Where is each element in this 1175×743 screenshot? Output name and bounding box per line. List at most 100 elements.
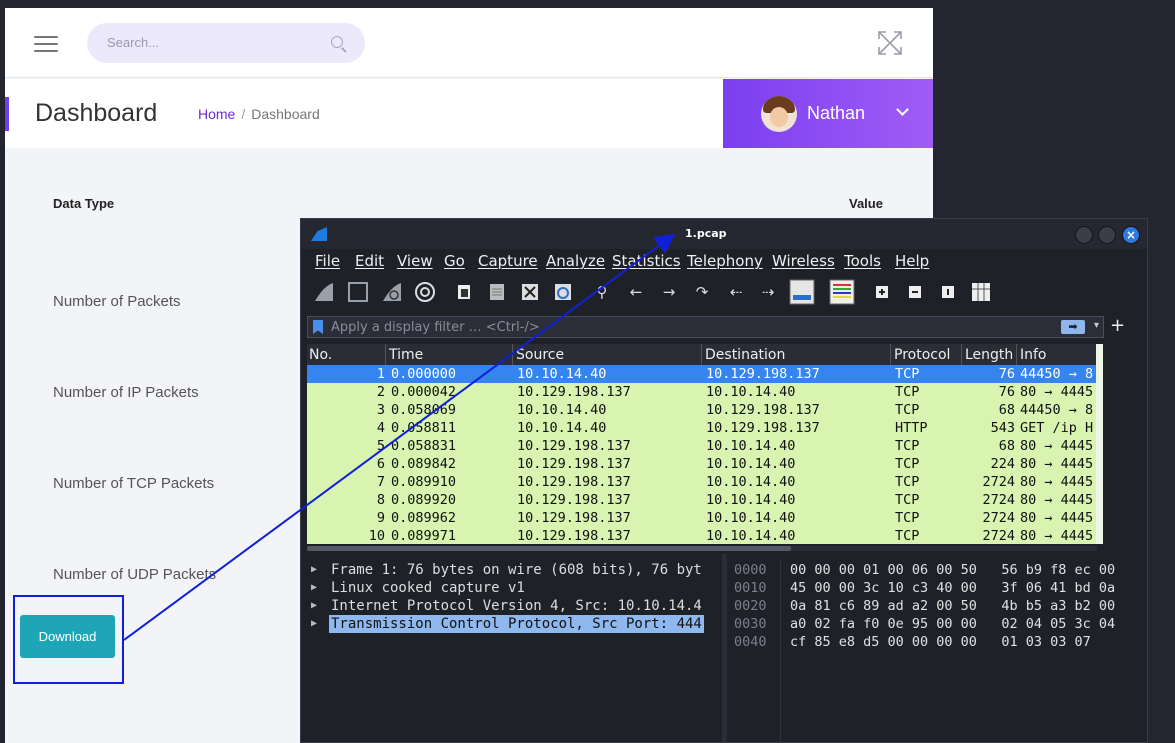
packet-cell-proto: TCP xyxy=(895,384,920,400)
col-time[interactable]: Time xyxy=(389,347,423,363)
autoscroll-icon[interactable] xyxy=(789,279,815,305)
col-length[interactable]: Length xyxy=(965,347,1013,363)
breadcrumb-home-link[interactable]: Home xyxy=(198,106,235,122)
restart-icon[interactable] xyxy=(381,281,403,303)
user-name: Nathan xyxy=(807,103,866,123)
packet-row[interactable]: 9 0.089962 10.129.198.137 10.10.14.40 TCP 272… xyxy=(307,509,1097,527)
fullscreen-icon[interactable] xyxy=(877,30,903,56)
shark-fin-start-icon[interactable] xyxy=(313,281,335,303)
options-gear-icon[interactable] xyxy=(414,281,436,303)
packet-row[interactable]: 2 0.000042 10.129.198.137 10.10.14.40 TCP 76 8… xyxy=(307,383,1097,401)
col-info[interactable]: Info xyxy=(1020,347,1047,363)
open-file-icon[interactable] xyxy=(453,281,475,303)
goto-icon[interactable]: ↷ xyxy=(691,281,713,303)
save-file-icon[interactable] xyxy=(486,281,508,303)
search-icon[interactable] xyxy=(331,36,343,48)
detail-text: Internet Protocol Version 4, Src: 10.10.… xyxy=(331,598,702,614)
last-icon[interactable]: ⇢ xyxy=(757,281,779,303)
apply-filter-arrow-icon[interactable]: ➡ xyxy=(1061,320,1085,334)
packet-row[interactable]: 7 0.089910 10.129.198.137 10.10.14.40 TCP 272… xyxy=(307,473,1097,491)
col-destination[interactable]: Destination xyxy=(705,347,785,363)
expand-arrow-icon[interactable]: ▶ xyxy=(311,579,317,597)
search-input[interactable]: Search... xyxy=(107,35,159,50)
packet-list-header: No. Time Source Destination Protocol Len… xyxy=(307,344,1097,365)
packet-list[interactable]: No. Time Source Destination Protocol Len… xyxy=(307,344,1097,544)
forward-icon[interactable]: → xyxy=(658,281,680,303)
packet-row[interactable]: 8 0.089920 10.129.198.137 10.10.14.40 TCP 272… xyxy=(307,491,1097,509)
menu-edit[interactable]: Edit xyxy=(355,252,384,270)
find-icon[interactable]: ⚲ xyxy=(591,281,613,303)
filter-dropdown-icon[interactable]: ▾ xyxy=(1094,320,1099,331)
packet-cell-no: 8 xyxy=(376,492,385,508)
menu-go[interactable]: Go xyxy=(444,252,465,270)
packet-cell-len: 2724 xyxy=(982,492,1015,508)
packet-row[interactable]: 1 0.000000 10.10.14.40 10.129.198.137 TCP 76 4… xyxy=(307,365,1097,383)
bookmark-icon[interactable] xyxy=(313,320,323,334)
hex-bytes[interactable]: 45 00 00 3c 10 c3 40 00 3f 06 41 bd 0a xyxy=(790,579,1115,597)
search-box[interactable]: Search... xyxy=(87,23,365,63)
expand-arrow-icon[interactable]: ▶ xyxy=(311,597,317,615)
menu-view[interactable]: View xyxy=(397,252,433,270)
close-file-icon[interactable] xyxy=(519,281,541,303)
download-button[interactable]: Download xyxy=(20,615,115,658)
hscroll-thumb[interactable] xyxy=(307,546,791,551)
stop-icon[interactable] xyxy=(347,281,369,303)
hex-bytes[interactable]: cf 85 e8 d5 00 00 00 00 01 03 03 07 xyxy=(790,633,1091,651)
close-button[interactable]: × xyxy=(1122,226,1140,244)
back-icon[interactable]: ← xyxy=(625,281,647,303)
menu-file[interactable]: File xyxy=(315,252,340,270)
packet-cell-proto: TCP xyxy=(895,438,920,454)
packet-list-hscrollbar[interactable] xyxy=(307,546,1097,551)
minimize-button[interactable] xyxy=(1075,226,1093,244)
menu-analyze[interactable]: Analyze xyxy=(546,252,605,270)
resize-columns-icon[interactable] xyxy=(970,281,992,303)
packet-bytes-pane[interactable]: 0000 00 00 00 01 00 06 00 50 56 b9 f8 ec… xyxy=(728,559,1147,742)
packet-row[interactable]: 10 0.089971 10.129.198.137 10.10.14.40 TCP 27… xyxy=(307,527,1097,544)
menu-capture[interactable]: Capture xyxy=(478,252,538,270)
packet-details-pane[interactable]: ▶ Frame 1: 76 bytes on wire (608 bits), 7… xyxy=(307,559,722,742)
pane-splitter[interactable] xyxy=(722,554,727,742)
col-divider xyxy=(890,344,891,365)
maximize-button[interactable] xyxy=(1098,226,1116,244)
menu-help[interactable]: Help xyxy=(895,252,929,270)
normal-size-icon[interactable] xyxy=(937,281,959,303)
packet-cell-proto: HTTP xyxy=(895,420,928,436)
expand-arrow-icon[interactable]: ▶ xyxy=(311,561,317,579)
packet-row[interactable]: 5 0.058831 10.129.198.137 10.10.14.40 TCP 68 8… xyxy=(307,437,1097,455)
window-titlebar[interactable]: 1.pcap × xyxy=(301,219,1147,249)
hex-bytes[interactable]: a0 02 fa f0 0e 95 00 00 02 04 05 3c 04 xyxy=(790,615,1115,633)
packet-cell-info: 44450 → 8 xyxy=(1020,366,1094,382)
menu-wireless[interactable]: Wireless xyxy=(772,252,835,270)
menu-telephony[interactable]: Telephony xyxy=(687,252,763,270)
packet-list-scrollbar[interactable] xyxy=(1096,344,1103,544)
packet-cell-no: 5 xyxy=(376,438,385,454)
add-filter-button[interactable]: + xyxy=(1110,315,1125,336)
menu-statistics[interactable]: Statistics xyxy=(612,252,681,270)
zoom-in-icon[interactable] xyxy=(871,281,893,303)
menu-tools[interactable]: Tools xyxy=(844,252,881,270)
scroll-thumb[interactable] xyxy=(1096,344,1103,544)
first-icon[interactable]: ⇠ xyxy=(725,281,747,303)
col-protocol[interactable]: Protocol xyxy=(894,347,950,363)
packet-cell-len: 68 xyxy=(998,438,1015,454)
col-source[interactable]: Source xyxy=(516,347,564,363)
expand-arrow-icon[interactable]: ▶ xyxy=(311,615,317,633)
packet-cell-src: 10.10.14.40 xyxy=(517,366,607,382)
hex-bytes[interactable]: 00 00 00 01 00 06 00 50 56 b9 f8 ec 00 xyxy=(790,561,1115,579)
colorize-icon[interactable] xyxy=(829,279,855,305)
display-filter-bar[interactable]: Apply a display filter … <Ctrl-/> ➡ ▾ xyxy=(307,316,1104,338)
wireshark-logo-icon xyxy=(311,227,327,241)
hex-offset: 0040 xyxy=(734,634,767,650)
hamburger-menu-icon[interactable] xyxy=(34,36,58,52)
col-no[interactable]: No. xyxy=(309,347,332,363)
packet-row[interactable]: 6 0.089842 10.129.198.137 10.10.14.40 TCP 224… xyxy=(307,455,1097,473)
hex-bytes[interactable]: 0a 81 c6 89 ad a2 00 50 4b b5 a3 b2 00 xyxy=(790,597,1115,615)
zoom-out-icon[interactable] xyxy=(904,281,926,303)
packet-row[interactable]: 3 0.058069 10.10.14.40 10.129.198.137 TCP 68 4… xyxy=(307,401,1097,419)
user-menu[interactable]: Nathan xyxy=(723,79,933,148)
packet-cell-dst: 10.10.14.40 xyxy=(706,474,796,490)
packet-row[interactable]: 4 0.058811 10.10.14.40 10.129.198.137 HTTP 54… xyxy=(307,419,1097,437)
reload-icon[interactable] xyxy=(552,281,574,303)
hex-offset: 0010 xyxy=(734,580,767,596)
display-filter-input[interactable]: Apply a display filter … <Ctrl-/> xyxy=(331,320,540,335)
